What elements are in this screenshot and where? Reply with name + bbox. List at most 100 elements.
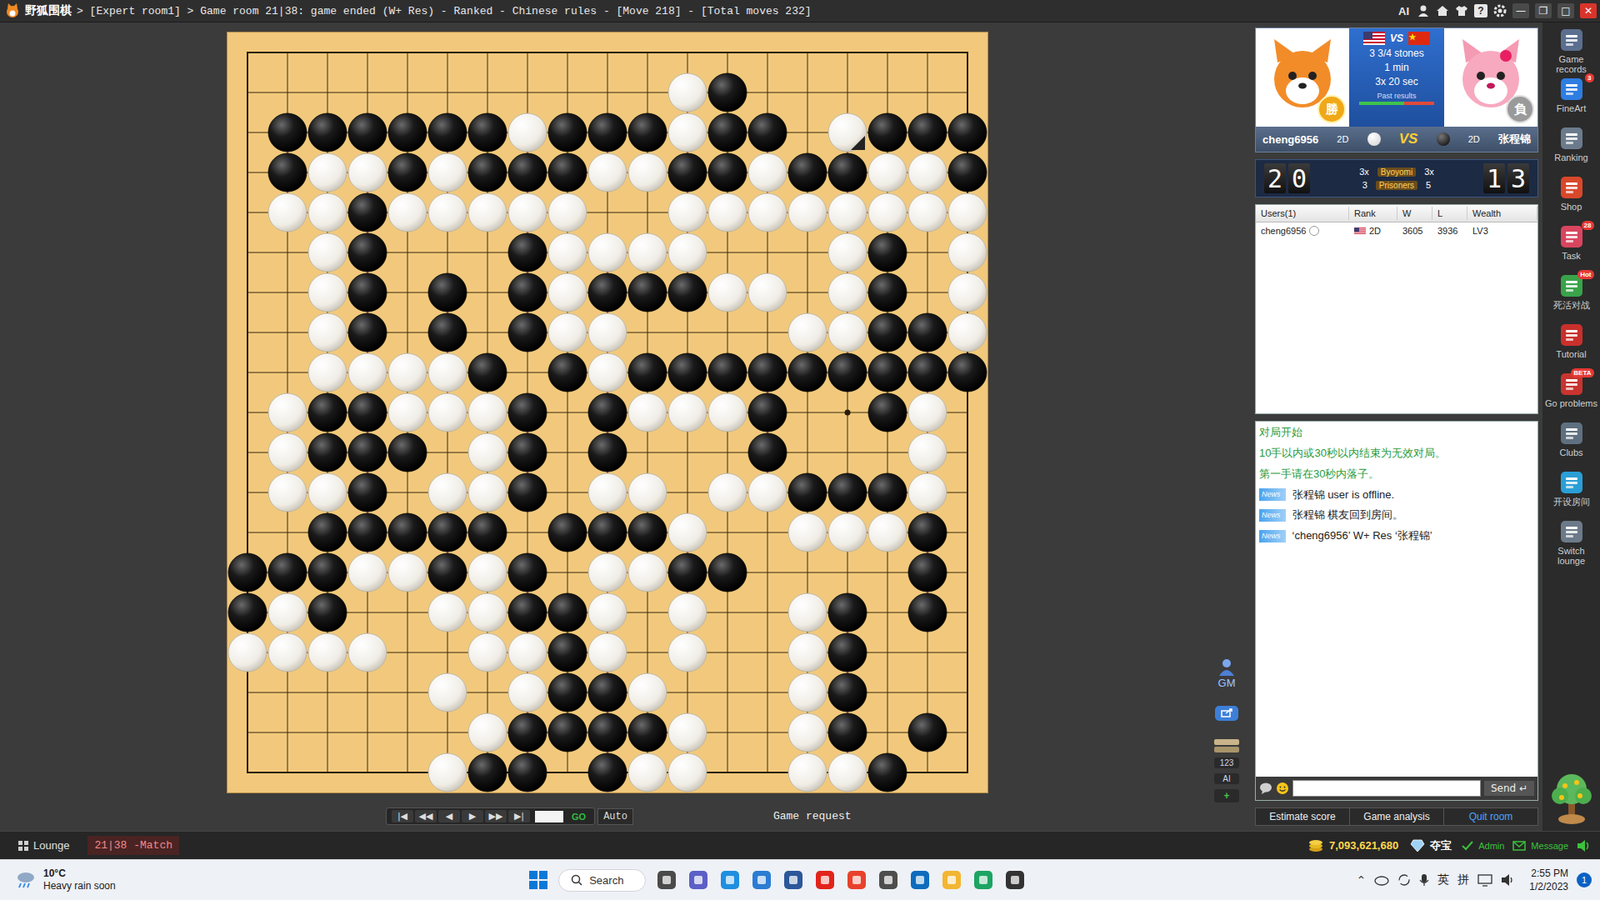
minimize-button[interactable]: — [1512, 3, 1530, 19]
white-stone [348, 553, 387, 592]
window-title: > [Expert room1] > Game room 21|38: game… [76, 5, 812, 18]
shirt-icon[interactable] [1455, 4, 1469, 18]
go-button[interactable]: GO [568, 811, 590, 822]
smiley-icon[interactable] [1275, 781, 1290, 795]
black-player-avatar[interactable]: 負 [1444, 28, 1538, 127]
stack-icon[interactable] [1214, 739, 1240, 753]
taskbar-app-icon[interactable] [687, 869, 710, 891]
close-button[interactable]: ✕ [1580, 3, 1597, 19]
sidebar-item[interactable]: Ranking [1544, 125, 1600, 173]
taskbar-app-icon[interactable] [750, 869, 773, 891]
sidebar-item-icon [1560, 77, 1584, 101]
taskbar-app-icon[interactable] [655, 869, 678, 891]
sidebar-item[interactable]: Tutorial [1544, 322, 1600, 370]
notification-badge[interactable]: 1 [1576, 872, 1592, 888]
taskbar-app-icon[interactable] [719, 869, 741, 891]
tray-overflow-icon[interactable]: ⌃ [1356, 873, 1367, 887]
send-button[interactable]: Send ↵ [1484, 780, 1535, 796]
sync-icon[interactable] [1397, 873, 1411, 887]
white-stone [828, 193, 867, 232]
restore-button[interactable]: ❐ [1535, 3, 1552, 19]
action-button[interactable]: Estimate score [1255, 808, 1350, 825]
admin-button[interactable]: Admin [1478, 840, 1505, 851]
sidebar-item[interactable]: Hot死活对战 [1544, 273, 1600, 320]
taskbar-search[interactable]: Search [558, 869, 646, 892]
sidebar-item[interactable]: 开设房间 [1544, 470, 1600, 517]
black-stone [908, 513, 947, 552]
speaker-icon[interactable] [1576, 839, 1592, 853]
sidebar-item[interactable]: 28Task [1544, 224, 1600, 271]
white-player-avatar[interactable]: 勝 [1255, 28, 1350, 127]
taskbar-clock[interactable]: 2:55 PM1/2/2023 [1529, 866, 1569, 894]
taskbar-app-icon[interactable] [1004, 869, 1026, 891]
white-player-name[interactable]: cheng6956 [1262, 133, 1319, 146]
weather-widget[interactable]: 10°CHeavy rain soon [15, 867, 232, 893]
move-number-field[interactable] [535, 810, 564, 823]
tool-button[interactable]: + [1214, 789, 1240, 803]
playback-button[interactable]: ▶▶ [485, 810, 507, 823]
taskbar-app-icon[interactable] [845, 869, 868, 891]
playback-button[interactable]: ◀◀ [415, 810, 437, 823]
display-icon[interactable] [1477, 873, 1493, 887]
ai-button[interactable]: AI [1396, 5, 1411, 18]
taskbar-app-icon[interactable] [972, 869, 995, 891]
game-request-button[interactable]: Game request [773, 810, 852, 823]
windows-start-icon[interactable] [528, 870, 549, 890]
playback-button[interactable]: ▶ [461, 810, 484, 823]
black-player-name[interactable]: 张程锦 [1498, 131, 1531, 147]
sidebar-item[interactable]: BETAGo problems [1544, 371, 1600, 419]
speech-bubble-icon[interactable] [1259, 781, 1273, 795]
input-method-indicator[interactable]: 拼 [1457, 872, 1470, 888]
taskbar-app-icon[interactable] [940, 869, 963, 891]
taskbar-app-icon[interactable] [877, 869, 900, 891]
sidebar-item[interactable]: Switch lounge [1544, 519, 1600, 566]
gm-button[interactable]: GM [1217, 657, 1236, 690]
tool-button[interactable]: 123 [1214, 757, 1240, 769]
white-stone [908, 473, 947, 512]
sidebar-item[interactable]: Clubs [1544, 420, 1600, 468]
column-header[interactable]: Users(1) [1255, 206, 1350, 220]
tool-button[interactable]: AI [1214, 773, 1240, 785]
column-header[interactable]: Rank [1349, 206, 1398, 220]
room-tab[interactable]: 21|38 -Match [87, 835, 180, 855]
gear-icon[interactable] [1493, 4, 1507, 18]
user-icon[interactable] [1416, 4, 1430, 18]
black-stone [388, 153, 427, 192]
taskbar-app-icon[interactable] [814, 869, 836, 891]
user-row[interactable]: cheng6956 2D36053936LV3 [1255, 222, 1538, 240]
black-stone [428, 113, 467, 152]
microphone-icon[interactable] [1419, 873, 1430, 887]
share-icon[interactable] [1215, 705, 1239, 721]
treasure-button[interactable]: 夺宝 [1430, 838, 1452, 854]
taskbar-app-icon[interactable] [909, 869, 931, 891]
black-stone [388, 513, 427, 552]
action-button[interactable]: Quit room [1444, 808, 1538, 825]
sidebar-item[interactable]: 3FineArt [1544, 76, 1600, 124]
white-stone [468, 713, 507, 752]
past-results-button[interactable]: Past results [1359, 91, 1435, 105]
cloud-icon[interactable] [1374, 874, 1390, 886]
room-tab[interactable]: Lounge [11, 835, 76, 855]
sidebar-item[interactable]: Game records [1544, 27, 1600, 75]
sidebar-item[interactable]: Shop [1544, 175, 1600, 222]
maximize-button[interactable]: □ [1557, 3, 1575, 19]
go-board[interactable] [227, 32, 988, 793]
chat-input[interactable] [1292, 780, 1481, 797]
home-icon[interactable] [1435, 4, 1450, 18]
white-stone [348, 153, 387, 192]
playback-button[interactable]: |◀ [391, 810, 414, 823]
auto-button[interactable]: Auto [597, 808, 634, 825]
playback-button[interactable]: ▶| [508, 810, 530, 823]
column-header[interactable]: Wealth [1467, 206, 1538, 220]
sidebar-item-icon [1560, 126, 1584, 150]
money-tree-icon[interactable] [1548, 770, 1595, 826]
message-button[interactable]: Message [1530, 840, 1569, 851]
column-header[interactable]: W [1397, 206, 1433, 220]
action-button[interactable]: Game analysis [1350, 808, 1445, 825]
input-method-indicator[interactable]: 英 [1437, 872, 1450, 888]
help-button[interactable]: ? [1474, 4, 1488, 18]
playback-button[interactable]: ◀ [438, 810, 460, 823]
column-header[interactable]: L [1432, 206, 1468, 220]
taskbar-app-icon[interactable] [782, 869, 805, 891]
volume-icon[interactable] [1500, 873, 1516, 887]
